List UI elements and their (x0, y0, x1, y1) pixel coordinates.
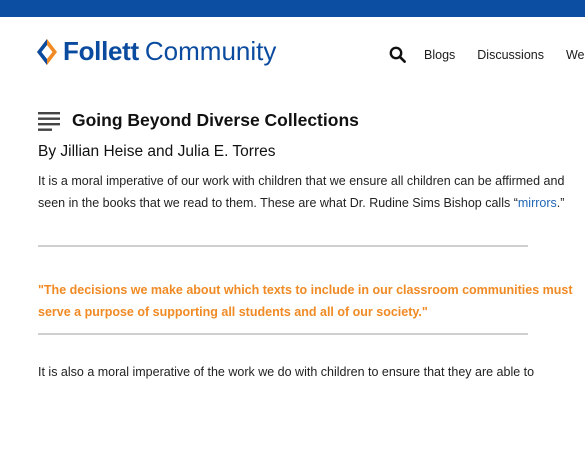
paragraph-1-text: It is a moral imperative of our work wit… (38, 174, 565, 210)
mirrors-link[interactable]: mirrors (518, 196, 557, 210)
article-paragraph-2: It is also a moral imperative of the wor… (38, 365, 535, 379)
pull-quote: "The decisions we make about which texts… (38, 283, 573, 319)
logo-wordmark-follett: Follett (63, 36, 139, 66)
article-byline: By Jillian Heise and Julia E. Torres (38, 143, 276, 160)
menu-lines-icon[interactable] (38, 111, 60, 131)
logo-wordmark-community: Community (144, 36, 277, 66)
paragraph-1-end: .” (556, 195, 565, 210)
site-header: Follett Community Blogs Discussions We (0, 17, 585, 87)
follett-community-logo[interactable]: Follett Community (37, 36, 276, 67)
divider-top (38, 245, 528, 247)
search-icon[interactable] (389, 46, 406, 63)
nav-link-discussions[interactable]: Discussions (477, 48, 544, 62)
nav-link-blogs[interactable]: Blogs (424, 48, 455, 62)
article-title: Going Beyond Diverse Collections (72, 110, 359, 130)
divider-bottom (38, 333, 528, 335)
main-nav: Blogs Discussions We (389, 46, 585, 63)
article-paragraph-1: It is a moral imperative of our work wit… (38, 171, 578, 214)
nav-link-truncated[interactable]: We (566, 48, 585, 62)
follett-logo-mark-icon (37, 38, 57, 65)
article-content: Going Beyond Diverse Collections By Jill… (38, 110, 585, 384)
article-title-row: Going Beyond Diverse Collections (38, 110, 585, 131)
top-brand-bar (0, 0, 585, 17)
